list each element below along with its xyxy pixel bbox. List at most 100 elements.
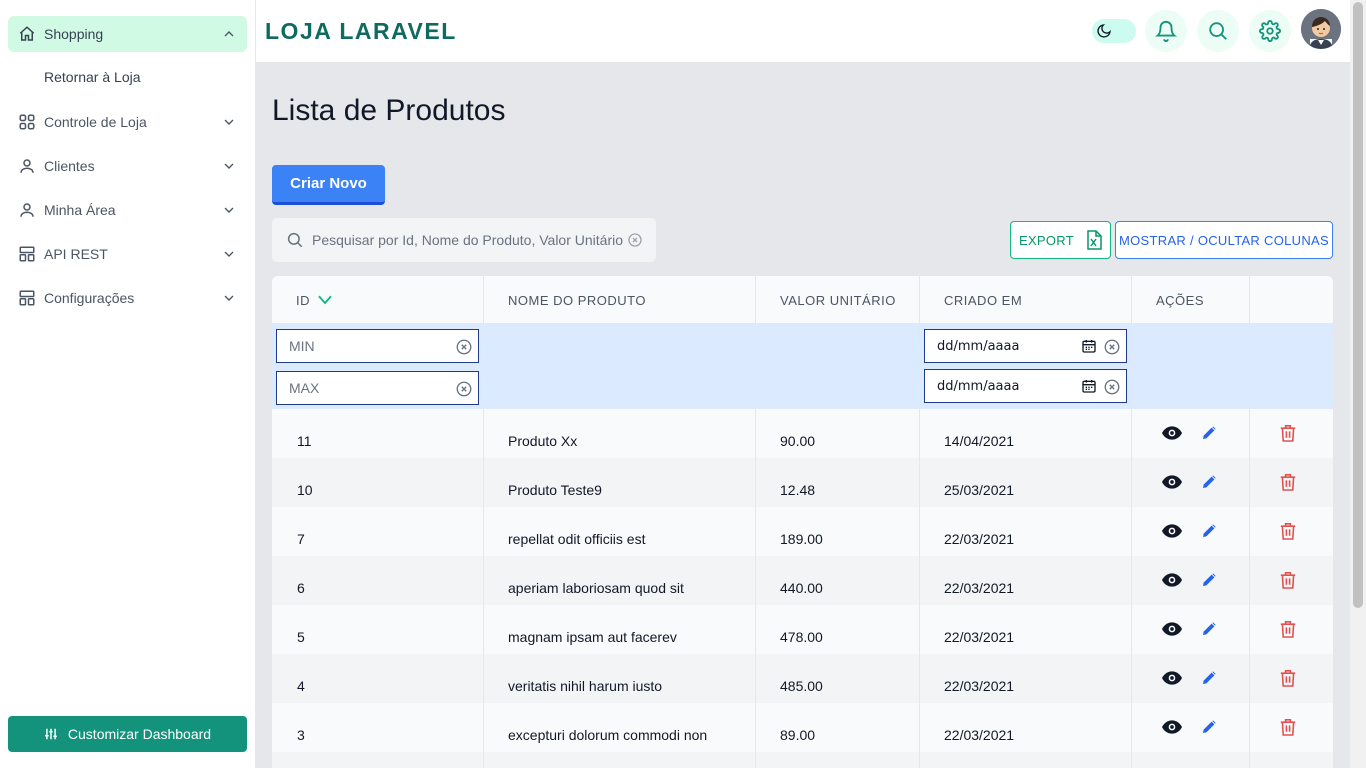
- notifications-button[interactable]: [1145, 10, 1187, 52]
- eye-icon[interactable]: [1161, 472, 1183, 492]
- filter-row: dd/mm/aaaa dd/mm/aaaa: [272, 324, 1333, 409]
- sidebar-item-label: API REST: [44, 246, 108, 262]
- sidebar-subitem-return-store[interactable]: Retornar à Loja: [44, 69, 141, 85]
- export-button[interactable]: EXPORT: [1010, 221, 1111, 259]
- user-icon: [18, 157, 36, 175]
- scrollbar-thumb[interactable]: [1353, 2, 1363, 608]
- column-divider: [483, 276, 484, 768]
- clear-date-to-icon[interactable]: [1103, 378, 1121, 399]
- table-row: 4 veritatis nihil harum iusto 485.00 22/…: [272, 654, 1333, 703]
- table-row: [272, 752, 1333, 768]
- calendar-icon[interactable]: [1081, 338, 1097, 357]
- cell-price: 90.00: [780, 433, 816, 449]
- customize-dashboard-label: Customizar Dashboard: [67, 726, 212, 742]
- page-scrollbar[interactable]: [1350, 0, 1366, 768]
- cell-price: 485.00: [780, 678, 823, 694]
- id-min-filter[interactable]: [276, 329, 479, 363]
- pencil-icon[interactable]: [1198, 668, 1220, 688]
- bell-icon: [1155, 20, 1177, 42]
- cell-name: aperiam laboriosam quod sit: [508, 580, 684, 596]
- sidebar-item-label: Clientes: [44, 158, 95, 174]
- chevron-down-icon: [221, 290, 237, 306]
- eye-icon[interactable]: [1161, 619, 1183, 639]
- cell-name: Produto Teste9: [508, 482, 602, 498]
- trash-icon[interactable]: [1277, 570, 1299, 590]
- trash-icon[interactable]: [1277, 472, 1299, 492]
- cell-price: 89.00: [780, 727, 816, 743]
- clear-search-icon[interactable]: [627, 232, 643, 253]
- cell-price: 189.00: [780, 531, 823, 547]
- sidebar-item-api-rest[interactable]: API REST: [8, 236, 247, 272]
- sidebar-item-label: Controle de Loja: [44, 114, 147, 130]
- date-to-filter[interactable]: dd/mm/aaaa: [924, 369, 1127, 403]
- table-row: 6 aperiam laboriosam quod sit 440.00 22/…: [272, 556, 1333, 605]
- settings-button[interactable]: [1249, 10, 1291, 52]
- pencil-icon[interactable]: [1198, 717, 1220, 737]
- cell-price: 478.00: [780, 629, 823, 645]
- pencil-icon[interactable]: [1198, 423, 1220, 443]
- calendar-icon[interactable]: [1081, 378, 1097, 397]
- column-header-name[interactable]: NOME DO PRODUTO: [508, 293, 646, 308]
- layout-icon: [18, 245, 36, 263]
- sidebar-item-clients[interactable]: Clientes: [8, 148, 247, 184]
- clear-date-from-icon[interactable]: [1103, 338, 1121, 359]
- eye-icon[interactable]: [1161, 717, 1183, 737]
- id-max-input[interactable]: [289, 380, 439, 396]
- column-header-price[interactable]: VALOR UNITÁRIO: [780, 293, 896, 308]
- moon-icon: [1094, 21, 1114, 41]
- sort-desc-icon: [316, 293, 334, 310]
- search-bar: [272, 218, 656, 262]
- date-to-value[interactable]: dd/mm/aaaa: [937, 379, 1019, 394]
- column-divider: [755, 276, 756, 768]
- dark-mode-toggle[interactable]: [1092, 19, 1136, 43]
- column-header-created[interactable]: CRIADO EM: [944, 293, 1022, 308]
- trash-icon[interactable]: [1277, 668, 1299, 688]
- cell-id: 3: [297, 727, 305, 743]
- home-icon: [18, 25, 36, 43]
- clear-max-icon[interactable]: [455, 380, 473, 401]
- customize-dashboard-button[interactable]: Customizar Dashboard: [8, 716, 247, 752]
- clear-min-icon[interactable]: [455, 338, 473, 359]
- topbar: LOJA LARAVEL: [256, 0, 1350, 62]
- cell-created: 22/03/2021: [944, 580, 1015, 596]
- sidebar-item-my-area[interactable]: Minha Área: [8, 192, 247, 228]
- trash-icon[interactable]: [1277, 423, 1299, 443]
- column-header-id[interactable]: ID: [296, 293, 334, 310]
- search-button[interactable]: [1197, 10, 1239, 52]
- table-row: 11 Produto Xx 90.00 14/04/2021: [272, 409, 1333, 458]
- trash-icon[interactable]: [1277, 521, 1299, 541]
- user-avatar[interactable]: [1301, 9, 1341, 49]
- trash-icon[interactable]: [1277, 619, 1299, 639]
- pencil-icon[interactable]: [1198, 570, 1220, 590]
- pencil-icon[interactable]: [1198, 619, 1220, 639]
- sidebar-item-shopping[interactable]: Shopping: [8, 16, 247, 52]
- table-header: ID NOME DO PRODUTO VALOR UNITÁRIO CRIADO…: [272, 276, 1333, 324]
- sidebar: Shopping Retornar à Loja Controle de Loj…: [0, 0, 256, 768]
- toggle-columns-button[interactable]: MOSTRAR / OCULTAR COLUNAS: [1115, 221, 1333, 259]
- id-max-filter[interactable]: [276, 371, 479, 405]
- date-from-value[interactable]: dd/mm/aaaa: [937, 339, 1019, 354]
- cell-name: Produto Xx: [508, 433, 578, 449]
- eye-icon[interactable]: [1161, 570, 1183, 590]
- date-from-filter[interactable]: dd/mm/aaaa: [924, 329, 1127, 363]
- search-input[interactable]: [312, 232, 624, 248]
- cell-created: 22/03/2021: [944, 727, 1015, 743]
- sidebar-item-label: Shopping: [44, 26, 104, 42]
- sidebar-item-label: Minha Área: [44, 202, 116, 218]
- id-min-input[interactable]: [289, 338, 439, 354]
- create-new-button[interactable]: Criar Novo: [272, 165, 385, 205]
- column-divider: [1249, 276, 1250, 768]
- sidebar-item-label: Configurações: [44, 290, 135, 306]
- pencil-icon[interactable]: [1198, 472, 1220, 492]
- gear-icon: [1259, 20, 1281, 42]
- sidebar-item-store-control[interactable]: Controle de Loja: [8, 104, 247, 140]
- pencil-icon[interactable]: [1198, 521, 1220, 541]
- trash-icon[interactable]: [1277, 717, 1299, 737]
- eye-icon[interactable]: [1161, 423, 1183, 443]
- eye-icon[interactable]: [1161, 521, 1183, 541]
- brand-title[interactable]: LOJA LARAVEL: [265, 18, 457, 45]
- cell-name: magnam ipsam aut facerev: [508, 629, 677, 645]
- eye-icon[interactable]: [1161, 668, 1183, 688]
- sidebar-item-settings[interactable]: Configurações: [8, 280, 247, 316]
- layout-icon: [18, 289, 36, 307]
